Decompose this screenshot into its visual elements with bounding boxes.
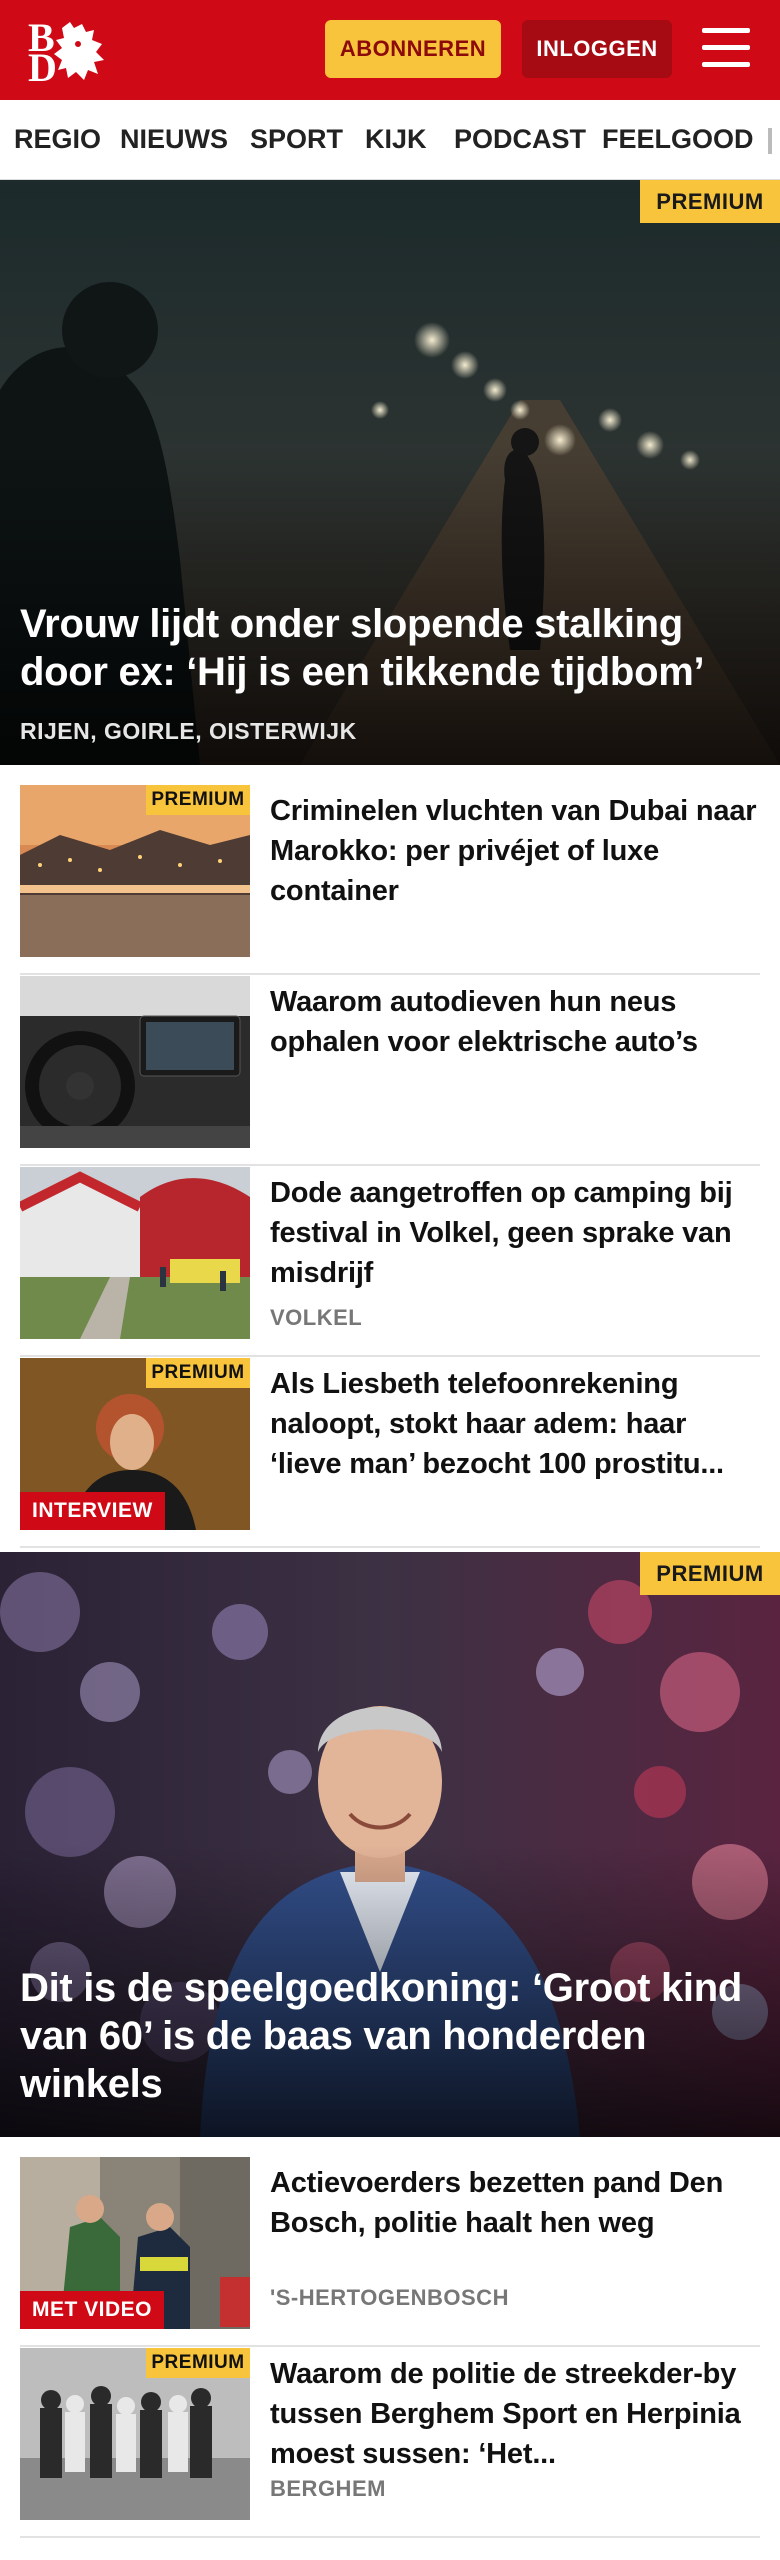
premium-badge: PREMIUM <box>146 785 250 815</box>
site-header: B D ABONNEREN INLOGGEN <box>0 0 780 100</box>
hero-headline[interactable]: Dit is de speelgoedkoning: ‘Groot kind v… <box>20 1964 780 2108</box>
premium-badge: PREMIUM <box>640 1552 780 1595</box>
bd-logo[interactable]: B D <box>26 18 116 88</box>
list-item[interactable]: PREMIUM INTERVIEW Als Liesbeth telefoonr… <box>20 1358 760 1548</box>
article-headline[interactable]: Criminelen vluchten van Dubai naar Marok… <box>270 791 760 911</box>
premium-badge: PREMIUM <box>146 2348 250 2378</box>
menu-bar <box>702 45 750 50</box>
video-label: MET VIDEO <box>20 2291 165 2329</box>
list-item[interactable]: MET VIDEO Actievoerders bezetten pand De… <box>20 2157 760 2347</box>
interview-label: INTERVIEW <box>20 1492 165 1530</box>
hero-article-speelgoedkoning[interactable]: PREMIUM Dit is de speelgoedkoning: ‘Groo… <box>0 1552 780 2137</box>
lion-icon <box>54 22 104 80</box>
article-thumbnail: PREMIUM INTERVIEW <box>20 1358 250 1530</box>
list-item[interactable]: PREMIUM Criminelen vluchten van Dubai na… <box>20 785 760 975</box>
article-thumbnail <box>20 976 250 1148</box>
article-thumbnail <box>20 1167 250 1339</box>
nav-item-sport[interactable]: SPORT <box>250 124 343 155</box>
article-location: BERGHEM <box>270 2476 386 2501</box>
article-location: 'S-HERTOGENBOSCH <box>270 2285 509 2310</box>
article-thumbnail: PREMIUM <box>20 2348 250 2520</box>
nav-item-regio[interactable]: REGIO <box>14 124 101 155</box>
premium-badge: PREMIUM <box>146 1358 250 1388</box>
subscribe-button[interactable]: ABONNEREN <box>325 20 501 78</box>
article-headline[interactable]: Waarom de politie de streekder-by tussen… <box>270 2354 760 2474</box>
list-item[interactable]: Dode aangetroffen op camping bij festiva… <box>20 1167 760 1357</box>
menu-bar <box>702 28 750 33</box>
article-headline[interactable]: Actievoerders bezetten pand Den Bosch, p… <box>270 2163 760 2243</box>
hero-article-stalking[interactable]: PREMIUM Vrouw lijdt onder slopende stalk… <box>0 180 780 765</box>
article-location: VOLKEL <box>270 1305 363 1330</box>
nav-overflow-indicator <box>768 128 772 154</box>
login-button[interactable]: INLOGGEN <box>522 20 672 78</box>
article-headline[interactable]: Dode aangetroffen op camping bij festiva… <box>270 1173 760 1293</box>
list-item[interactable]: Waarom autodieven hun neus ophalen voor … <box>20 976 760 1166</box>
nav-item-feelgood[interactable]: FEELGOOD <box>602 124 754 155</box>
article-thumbnail: PREMIUM <box>20 785 250 957</box>
nav-item-nieuws[interactable]: NIEUWS <box>120 124 228 155</box>
premium-badge: PREMIUM <box>640 180 780 223</box>
nav-item-podcast[interactable]: PODCAST <box>454 124 586 155</box>
nav-item-kijk[interactable]: KIJK <box>365 124 427 155</box>
list-item[interactable]: PREMIUM Waarom de politie de streekder-b… <box>20 2348 760 2538</box>
article-headline[interactable]: Waarom autodieven hun neus ophalen voor … <box>270 982 760 1062</box>
hero-location: RIJEN, GOIRLE, OISTERWIJK <box>20 718 357 744</box>
hero-headline[interactable]: Vrouw lijdt onder slopende stalking door… <box>20 600 760 696</box>
article-thumbnail: MET VIDEO <box>20 2157 250 2329</box>
section-nav: REGIO NIEUWS SPORT KIJK PODCAST FEELGOOD <box>0 100 780 180</box>
menu-bar <box>702 62 750 67</box>
article-headline[interactable]: Als Liesbeth telefoonrekening naloopt, s… <box>270 1364 760 1484</box>
hamburger-menu-icon[interactable] <box>700 24 752 72</box>
